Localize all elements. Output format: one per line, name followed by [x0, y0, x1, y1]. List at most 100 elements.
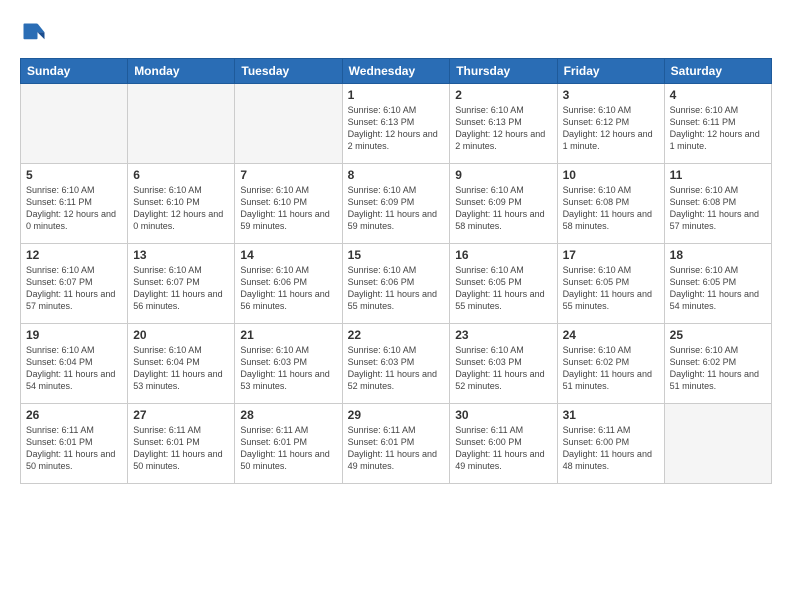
- day-cell: 27Sunrise: 6:11 AM Sunset: 6:01 PM Dayli…: [128, 404, 235, 484]
- day-number: 1: [348, 88, 445, 102]
- day-info: Sunrise: 6:10 AM Sunset: 6:03 PM Dayligh…: [455, 344, 551, 393]
- day-cell: 11 Sunrise: 6:10 AM Sunset: 6:08 PM Dayli…: [664, 164, 771, 244]
- day-info: Sunrise: 6:10 AM Sunset: 6:13 PM Dayligh…: [455, 104, 551, 153]
- day-cell: [21, 84, 128, 164]
- day-number: 6: [133, 168, 229, 182]
- day-cell: 16 Sunrise: 6:10 AM Sunset: 6:05 PM Dayli…: [450, 244, 557, 324]
- day-info: Sunrise: 6:11 AM Sunset: 6:01 PM Dayligh…: [240, 424, 336, 473]
- day-number: 21: [240, 328, 336, 342]
- col-header-monday: Monday: [128, 59, 235, 84]
- header: [20, 20, 772, 48]
- day-cell: 18 Sunrise: 6:10 AM Sunset: 6:05 PM Dayli…: [664, 244, 771, 324]
- col-header-tuesday: Tuesday: [235, 59, 342, 84]
- day-number: 17: [563, 248, 659, 262]
- day-number: 7: [240, 168, 336, 182]
- day-cell: 10 Sunrise: 6:10 AM Sunset: 6:08 PM Dayli…: [557, 164, 664, 244]
- day-cell: 15Sunrise: 6:10 AM Sunset: 6:06 PM Dayli…: [342, 244, 450, 324]
- day-info: Sunrise: 6:10 AM Sunset: 6:06 PM Dayligh…: [348, 264, 445, 313]
- day-cell: 14 Sunrise: 6:10 AM Sunset: 6:06 PM Dayli…: [235, 244, 342, 324]
- day-number: 13: [133, 248, 229, 262]
- day-cell: 22Sunrise: 6:10 AM Sunset: 6:03 PM Dayli…: [342, 324, 450, 404]
- col-header-thursday: Thursday: [450, 59, 557, 84]
- day-info: Sunrise: 6:10 AM Sunset: 6:09 PM Dayligh…: [348, 184, 445, 233]
- day-cell: [128, 84, 235, 164]
- day-number: 18: [670, 248, 766, 262]
- page: SundayMondayTuesdayWednesdayThursdayFrid…: [0, 0, 792, 494]
- day-cell: 8 Sunrise: 6:10 AM Sunset: 6:09 PM Daylig…: [342, 164, 450, 244]
- calendar-table: SundayMondayTuesdayWednesdayThursdayFrid…: [20, 58, 772, 484]
- day-info: Sunrise: 6:10 AM Sunset: 6:05 PM Dayligh…: [670, 264, 766, 313]
- day-info: Sunrise: 6:10 AM Sunset: 6:04 PM Dayligh…: [133, 344, 229, 393]
- day-cell: 23 Sunrise: 6:10 AM Sunset: 6:03 PM Dayli…: [450, 324, 557, 404]
- day-number: 3: [563, 88, 659, 102]
- col-header-wednesday: Wednesday: [342, 59, 450, 84]
- day-number: 4: [670, 88, 766, 102]
- day-info: Sunrise: 6:10 AM Sunset: 6:12 PM Dayligh…: [563, 104, 659, 153]
- day-cell: 9Sunrise: 6:10 AM Sunset: 6:09 PM Daylig…: [450, 164, 557, 244]
- col-header-friday: Friday: [557, 59, 664, 84]
- day-number: 10: [563, 168, 659, 182]
- day-number: 29: [348, 408, 445, 422]
- day-cell: 2 Sunrise: 6:10 AM Sunset: 6:13 PM Daylig…: [450, 84, 557, 164]
- day-cell: 31 Sunrise: 6:11 AM Sunset: 6:00 PM Dayli…: [557, 404, 664, 484]
- day-cell: 29 Sunrise: 6:11 AM Sunset: 6:01 PM Dayli…: [342, 404, 450, 484]
- day-number: 9: [455, 168, 551, 182]
- day-cell: 5 Sunrise: 6:10 AM Sunset: 6:11 PM Daylig…: [21, 164, 128, 244]
- logo: [20, 20, 52, 48]
- day-info: Sunrise: 6:11 AM Sunset: 6:01 PM Dayligh…: [348, 424, 445, 473]
- day-number: 11: [670, 168, 766, 182]
- day-cell: 25 Sunrise: 6:10 AM Sunset: 6:02 PM Dayli…: [664, 324, 771, 404]
- week-row-4: 26 Sunrise: 6:11 AM Sunset: 6:01 PM Dayli…: [21, 404, 772, 484]
- day-number: 28: [240, 408, 336, 422]
- day-info: Sunrise: 6:10 AM Sunset: 6:13 PM Dayligh…: [348, 104, 445, 153]
- day-number: 25: [670, 328, 766, 342]
- day-number: 22: [348, 328, 445, 342]
- col-header-saturday: Saturday: [664, 59, 771, 84]
- day-cell: 1 Sunrise: 6:10 AM Sunset: 6:13 PM Daylig…: [342, 84, 450, 164]
- day-number: 31: [563, 408, 659, 422]
- day-info: Sunrise: 6:10 AM Sunset: 6:02 PM Dayligh…: [670, 344, 766, 393]
- day-number: 23: [455, 328, 551, 342]
- day-cell: 20Sunrise: 6:10 AM Sunset: 6:04 PM Dayli…: [128, 324, 235, 404]
- day-number: 30: [455, 408, 551, 422]
- day-info: Sunrise: 6:10 AM Sunset: 6:04 PM Dayligh…: [26, 344, 122, 393]
- day-info: Sunrise: 6:10 AM Sunset: 6:11 PM Dayligh…: [26, 184, 122, 233]
- day-number: 8: [348, 168, 445, 182]
- day-number: 12: [26, 248, 122, 262]
- day-cell: 4 Sunrise: 6:10 AM Sunset: 6:11 PM Daylig…: [664, 84, 771, 164]
- day-info: Sunrise: 6:10 AM Sunset: 6:11 PM Dayligh…: [670, 104, 766, 153]
- day-info: Sunrise: 6:10 AM Sunset: 6:08 PM Dayligh…: [670, 184, 766, 233]
- day-cell: 6 Sunrise: 6:10 AM Sunset: 6:10 PM Daylig…: [128, 164, 235, 244]
- day-number: 5: [26, 168, 122, 182]
- day-info: Sunrise: 6:10 AM Sunset: 6:08 PM Dayligh…: [563, 184, 659, 233]
- day-cell: 19 Sunrise: 6:10 AM Sunset: 6:04 PM Dayli…: [21, 324, 128, 404]
- day-info: Sunrise: 6:10 AM Sunset: 6:07 PM Dayligh…: [26, 264, 122, 313]
- day-info: Sunrise: 6:11 AM Sunset: 6:00 PM Dayligh…: [455, 424, 551, 473]
- day-info: Sunrise: 6:10 AM Sunset: 6:03 PM Dayligh…: [240, 344, 336, 393]
- day-number: 26: [26, 408, 122, 422]
- day-number: 24: [563, 328, 659, 342]
- col-header-sunday: Sunday: [21, 59, 128, 84]
- day-info: Sunrise: 6:11 AM Sunset: 6:00 PM Dayligh…: [563, 424, 659, 473]
- day-cell: 26Sunrise: 6:11 AM Sunset: 6:01 PM Dayli…: [21, 404, 128, 484]
- day-cell: [664, 404, 771, 484]
- day-cell: 17Sunrise: 6:10 AM Sunset: 6:05 PM Dayli…: [557, 244, 664, 324]
- day-info: Sunrise: 6:10 AM Sunset: 6:06 PM Dayligh…: [240, 264, 336, 313]
- day-info: Sunrise: 6:10 AM Sunset: 6:10 PM Dayligh…: [240, 184, 336, 233]
- day-info: Sunrise: 6:10 AM Sunset: 6:07 PM Dayligh…: [133, 264, 229, 313]
- day-number: 19: [26, 328, 122, 342]
- day-info: Sunrise: 6:10 AM Sunset: 6:05 PM Dayligh…: [455, 264, 551, 313]
- day-number: 16: [455, 248, 551, 262]
- day-cell: 28 Sunrise: 6:11 AM Sunset: 6:01 PM Dayli…: [235, 404, 342, 484]
- week-row-3: 19 Sunrise: 6:10 AM Sunset: 6:04 PM Dayli…: [21, 324, 772, 404]
- logo-icon: [20, 20, 48, 48]
- day-info: Sunrise: 6:10 AM Sunset: 6:10 PM Dayligh…: [133, 184, 229, 233]
- day-cell: 3 Sunrise: 6:10 AM Sunset: 6:12 PM Daylig…: [557, 84, 664, 164]
- day-cell: 30 Sunrise: 6:11 AM Sunset: 6:00 PM Dayli…: [450, 404, 557, 484]
- week-row-0: 1 Sunrise: 6:10 AM Sunset: 6:13 PM Daylig…: [21, 84, 772, 164]
- day-cell: 7 Sunrise: 6:10 AM Sunset: 6:10 PM Daylig…: [235, 164, 342, 244]
- day-number: 2: [455, 88, 551, 102]
- day-cell: [235, 84, 342, 164]
- day-number: 14: [240, 248, 336, 262]
- week-row-1: 5 Sunrise: 6:10 AM Sunset: 6:11 PM Daylig…: [21, 164, 772, 244]
